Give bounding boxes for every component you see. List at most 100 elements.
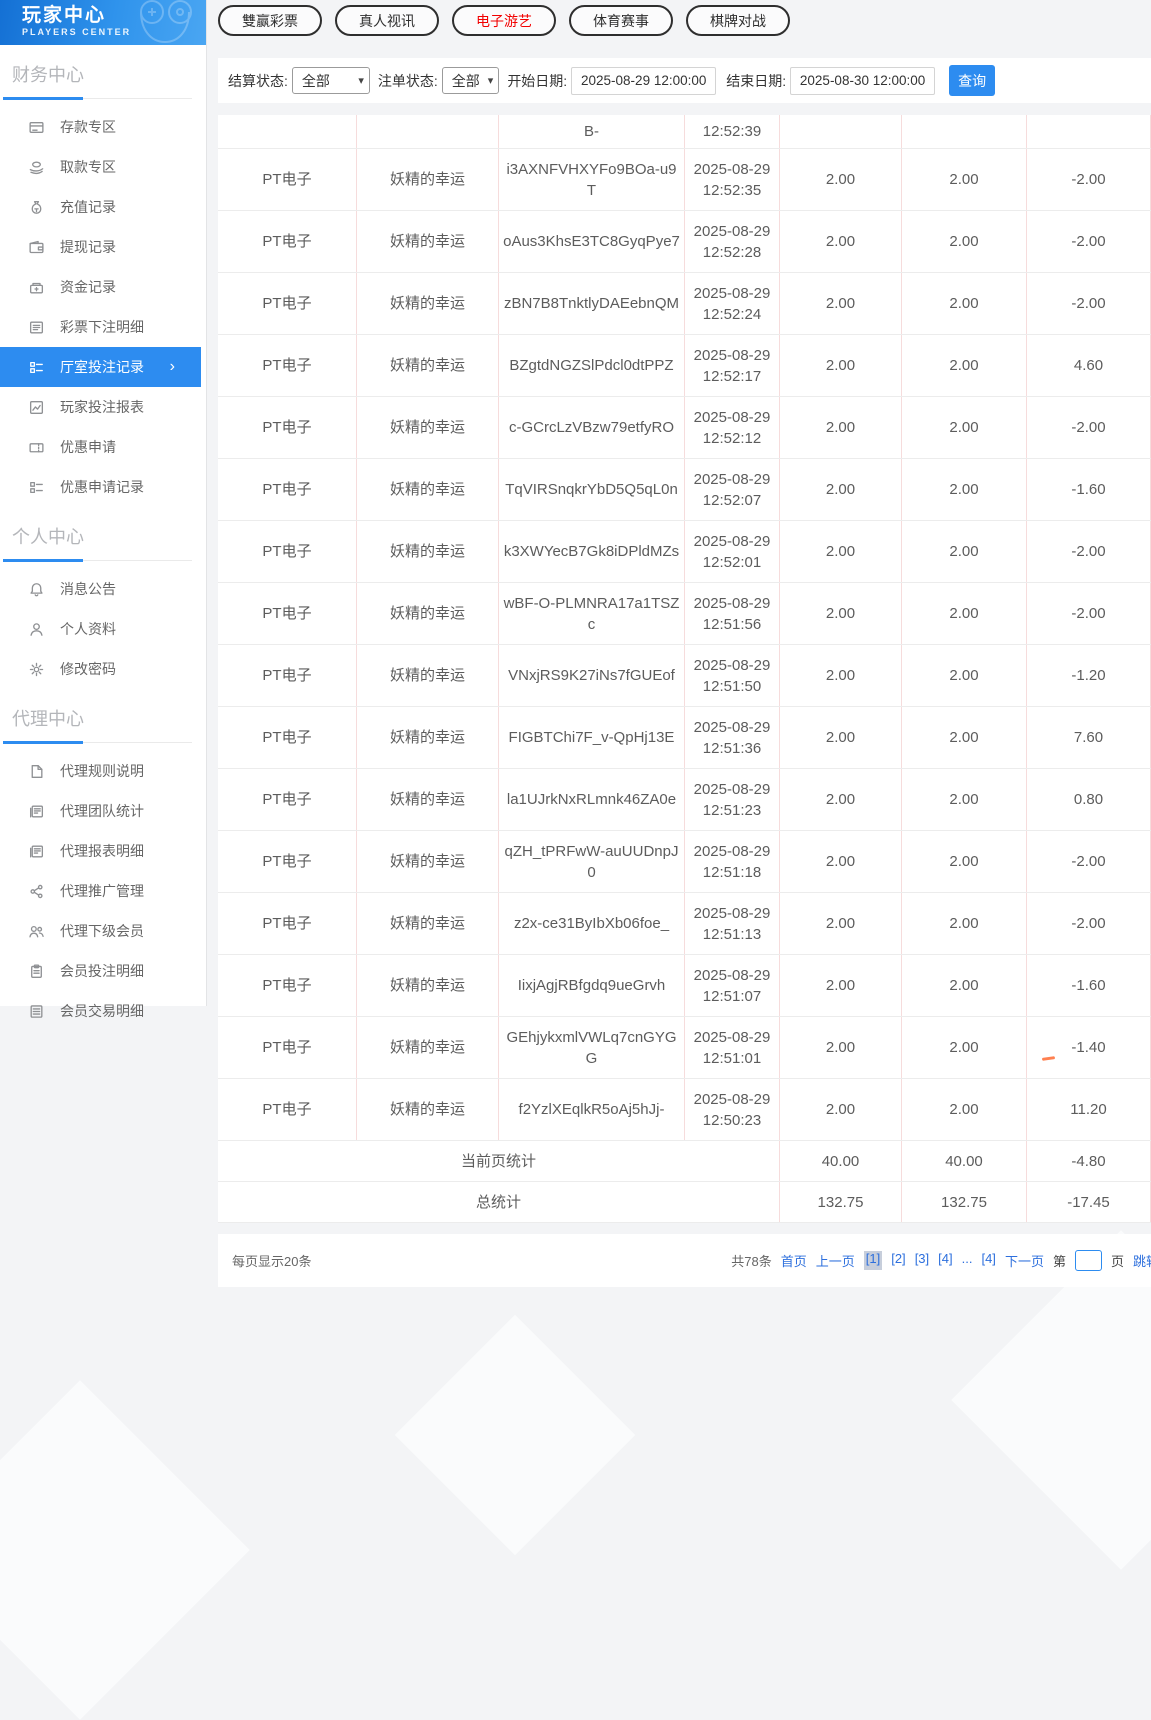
sidebar-item-label: 修改密码: [60, 661, 116, 677]
cell-order-id: k3XWYecB7Gk8iDPldMZs: [499, 521, 685, 582]
sidebar-item-hall-bet-records[interactable]: 厅室投注记录 ›: [0, 347, 201, 387]
cell-platform: PT电子: [218, 707, 357, 768]
tab-live-video[interactable]: 真人视讯: [335, 5, 439, 36]
sidebar-item-withdraw-zone[interactable]: 取款专区: [0, 147, 206, 187]
cell-order-id: oAus3KhsE3TC8GyqPye7: [499, 211, 685, 272]
cell-win-loss: -1.60: [1027, 459, 1151, 520]
sidebar-item-change-password[interactable]: 修改密码: [0, 649, 206, 689]
cell-order-id: FIGBTChi7F_v-QpHj13E: [499, 707, 685, 768]
sidebar-item-promo-apply[interactable]: 优惠申请: [0, 427, 206, 467]
cell-game: 妖精的幸运: [357, 831, 499, 892]
moneybag-icon: [28, 199, 45, 216]
cell-order-id: VNxjRS9K27iNs7fGUEof: [499, 645, 685, 706]
cell-time: 2025-08-29 12:50:23: [685, 1079, 780, 1140]
section-title: 财务中心: [12, 65, 84, 85]
cell-game: 妖精的幸运: [357, 397, 499, 458]
tab-lottery[interactable]: 雙赢彩票: [218, 5, 322, 36]
table-row: PT电子 妖精的幸运 la1UJrkNxRLmnk46ZA0e 2025-08-29 …: [218, 769, 1151, 831]
start-date-input[interactable]: [571, 66, 717, 95]
sidebar-item-agent-rules[interactable]: 代理规则说明: [0, 751, 206, 791]
cell-win-loss: -1.60: [1027, 955, 1151, 1016]
cell-game: 妖精的幸运: [357, 1079, 499, 1140]
page-1-link[interactable]: [1]: [863, 1251, 883, 1270]
tab-sports[interactable]: 体育赛事: [569, 5, 673, 36]
page-2-link[interactable]: [2]: [891, 1251, 905, 1270]
cell-platform: PT电子: [218, 831, 357, 892]
cell-order-id: i3AXNFVHXYFo9BOa-u9T: [499, 149, 685, 210]
table-row: PT电子 妖精的幸运 BZgtdNGZSlPdcl0dtPPZ 2025-08-29 …: [218, 335, 1151, 397]
sidebar-item-withdraw-records[interactable]: 提现记录: [0, 227, 206, 267]
jump-button[interactable]: 跳转: [1133, 1251, 1151, 1270]
table-row: PT电子 妖精的幸运 k3XWYecB7Gk8iDPldMZs 2025-08-29 …: [218, 521, 1151, 583]
sidebar-item-agent-report-details[interactable]: 代理报表明细: [0, 831, 206, 871]
grand-total-bet: 132.75: [780, 1182, 902, 1222]
first-page-link[interactable]: 首页: [781, 1251, 807, 1270]
cell-win-loss: -2.00: [1027, 521, 1151, 582]
page-links: 首页 上一页 [1] [2] [3] [4]... [4] 下一页: [781, 1251, 1044, 1270]
sidebar-item-label: 代理报表明细: [60, 843, 144, 859]
page-total-valid: 40.00: [902, 1141, 1027, 1181]
cell-win-loss: -2.00: [1027, 893, 1151, 954]
cell-time: 2025-08-29 12:51:18: [685, 831, 780, 892]
end-date-input[interactable]: [790, 66, 936, 95]
sidebar-item-promo-apply-records[interactable]: 优惠申请记录: [0, 467, 206, 507]
cell-valid-bet: 2.00: [902, 893, 1027, 954]
tab-e-games[interactable]: 电子游艺: [452, 5, 556, 36]
order-status-select[interactable]: 全部 ▾: [441, 67, 500, 94]
document-icon: [28, 763, 45, 780]
cell-time: 2025-08-29 12:52:01: [685, 521, 780, 582]
promo-records-icon: [28, 479, 45, 496]
sidebar-item-deposit-zone[interactable]: 存款专区: [0, 107, 206, 147]
table-row: PT电子 妖精的幸运 z2x-ce31ByIbXb06foe_ 2025-08-29 …: [218, 893, 1151, 955]
table-row: PT电子 妖精的幸运 wBF-O-PLMNRA17a1TSZc 2025-08-29 …: [218, 583, 1151, 645]
sidebar-item-agent-sub-members[interactable]: 代理下级会员: [0, 911, 206, 951]
sidebar-item-funds-records[interactable]: 资金记录: [0, 267, 206, 307]
cell-valid-bet: 2.00: [902, 1017, 1027, 1078]
query-button[interactable]: 查询: [949, 65, 996, 96]
tab-board-games[interactable]: 棋牌对战: [686, 5, 790, 36]
cell-platform: PT电子: [218, 583, 357, 644]
start-date-label: 开始日期:: [507, 72, 568, 89]
sidebar-item-label: 充值记录: [60, 199, 116, 215]
cell-win-loss: 7.60: [1027, 707, 1151, 768]
cell-platform: [218, 115, 357, 148]
table-row: PT电子 妖精的幸运 VNxjRS9K27iNs7fGUEof 2025-08-29 …: [218, 645, 1151, 707]
cell-bet-amount: 2.00: [780, 893, 902, 954]
prev-page-link[interactable]: 上一页: [816, 1251, 855, 1270]
cell-platform: PT电子: [218, 769, 357, 830]
sidebar: 玩家中心 PLAYERS CENTER 财务中心 存款专区 取款专区 充值记录 提现记录…: [0, 0, 207, 1019]
settle-status-select[interactable]: 全部 ▾: [291, 67, 370, 94]
section-divider: [3, 558, 192, 562]
cell-game: 妖精的幸运: [357, 335, 499, 396]
cell-valid-bet: 2.00: [902, 459, 1027, 520]
sidebar-item-label: 会员交易明细: [60, 1003, 144, 1019]
page-3-link[interactable]: [3]: [915, 1251, 929, 1270]
cell-time: 2025-08-29 12:52:24: [685, 273, 780, 334]
next-page-link[interactable]: 下一页: [1005, 1251, 1044, 1270]
sidebar-item-member-transaction-details[interactable]: 会员交易明细: [0, 991, 206, 1031]
sidebar-item-announcements[interactable]: 消息公告: [0, 569, 206, 609]
background-triangle-decor: [394, 1314, 636, 1556]
sidebar-item-lottery-bet-details[interactable]: 彩票下注明细: [0, 307, 206, 347]
sidebar-item-agent-team-stats[interactable]: 代理团队统计: [0, 791, 206, 831]
cell-win-loss: 0.80: [1027, 769, 1151, 830]
sidebar-item-agent-promotion[interactable]: 代理推广管理: [0, 871, 206, 911]
grand-total-valid: 132.75: [902, 1182, 1027, 1222]
sidebar-item-label: 会员投注明细: [60, 963, 144, 979]
team-report-icon: [28, 803, 45, 820]
page-4-link[interactable]: [4]: [938, 1251, 952, 1270]
last-page-link[interactable]: [4]: [981, 1251, 995, 1270]
cell-valid-bet: 2.00: [902, 521, 1027, 582]
sidebar-item-player-bet-report[interactable]: 玩家投注报表: [0, 387, 206, 427]
sidebar-item-member-bet-details[interactable]: 会员投注明细: [0, 951, 206, 991]
cell-valid-bet: 2.00: [902, 645, 1027, 706]
cell-time: 2025-08-29 12:52:12: [685, 397, 780, 458]
funds-icon: [28, 279, 45, 296]
user-icon: [28, 621, 45, 638]
sidebar-item-recharge-records[interactable]: 充值记录: [0, 187, 206, 227]
sidebar-item-profile[interactable]: 个人资料: [0, 609, 206, 649]
cell-bet-amount: 2.00: [780, 273, 902, 334]
category-tabs: 雙赢彩票 真人视讯 电子游艺 体育赛事 棋牌对战: [218, 0, 1151, 36]
cell-order-id: z2x-ce31ByIbXb06foe_: [499, 893, 685, 954]
page-jump-input[interactable]: [1074, 1250, 1102, 1271]
